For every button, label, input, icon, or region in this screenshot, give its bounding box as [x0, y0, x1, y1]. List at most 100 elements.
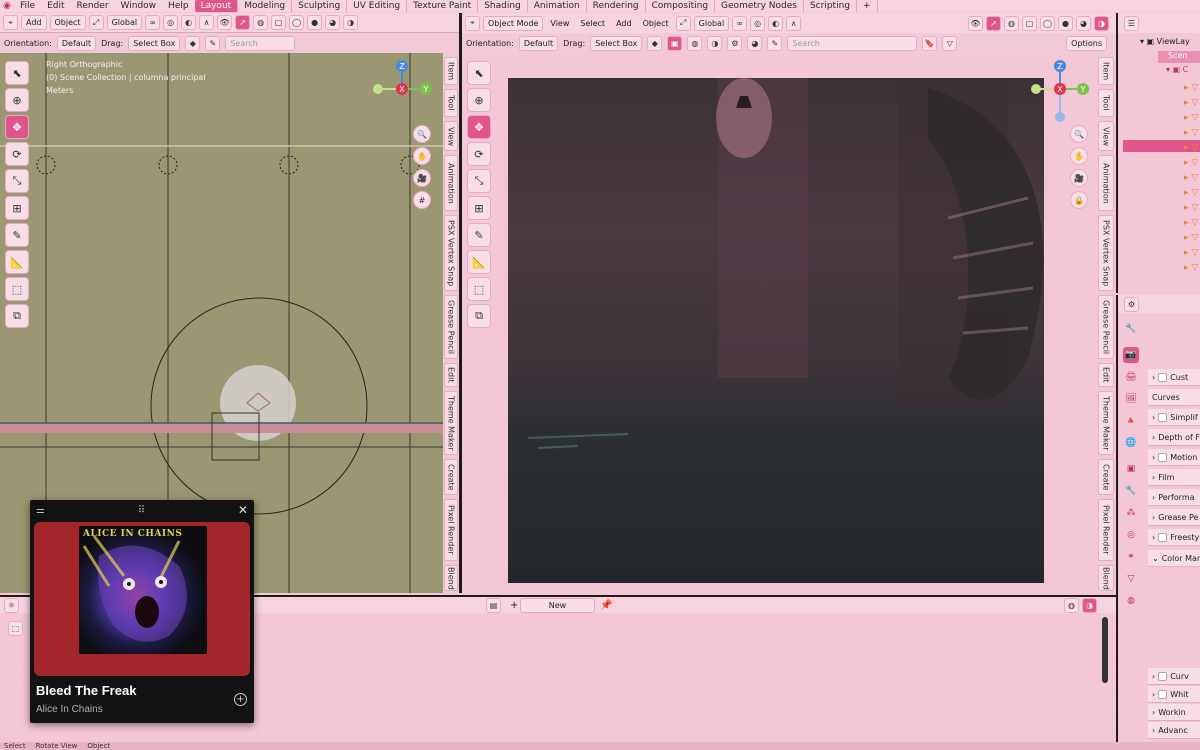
zoom-icon[interactable]: 🔍 [413, 125, 431, 143]
snap-icon[interactable]: ∞ [145, 15, 161, 30]
camera-view-icon[interactable]: 🎥 [413, 169, 431, 187]
collection-row[interactable]: ▾ ▣ C [1166, 65, 1188, 74]
prop-row-working-space[interactable]: › Workin [1148, 704, 1200, 721]
transform-space-dropdown[interactable]: Global [106, 15, 143, 30]
annotate-tool-icon[interactable]: ✎ [5, 223, 29, 247]
prop-row-simplify[interactable]: › Simplif [1148, 409, 1200, 426]
tab-modeling[interactable]: Modeling [238, 0, 293, 12]
prop-row-freestyle[interactable]: › Freesty [1148, 529, 1200, 546]
brush-icon[interactable]: ▣ [667, 35, 683, 51]
drag-handle-icon[interactable]: ⠿ [138, 505, 145, 516]
tab-rendering[interactable]: Rendering [587, 0, 646, 12]
tool-props-icon[interactable]: 🔧 [1123, 321, 1139, 337]
world-props-icon[interactable]: 🌐 [1123, 435, 1139, 451]
checkbox[interactable] [1158, 532, 1168, 542]
gear-icon[interactable]: ⚙ [727, 35, 743, 51]
particles-props-icon[interactable]: ⁂ [1123, 505, 1139, 521]
tab-blend[interactable]: Blend [444, 565, 458, 591]
proportional-edit-icon[interactable]: ◎ [163, 15, 179, 30]
new-plus-icon[interactable]: + [510, 600, 518, 611]
close-icon[interactable]: ✕ [238, 503, 248, 517]
object-menu-button[interactable]: Object [639, 16, 673, 31]
prop-row-depth-of-field[interactable]: › Depth of F [1148, 429, 1200, 446]
scale-tool-icon[interactable]: ⤡ [467, 169, 491, 193]
tab-scripting[interactable]: Scripting [804, 0, 857, 12]
tab-grease-pencil[interactable]: Grease Pencil [1098, 295, 1114, 359]
modifier-props-icon[interactable]: 🔧 [1123, 483, 1139, 499]
filter-icon[interactable]: ▽ [942, 35, 958, 51]
orientation-dropdown[interactable]: Default [56, 35, 97, 51]
transform-orientation-icon[interactable]: ⤢ [675, 15, 691, 31]
gizmo-neg-y-axis[interactable] [1031, 84, 1041, 94]
camera-view-icon[interactable]: 🎥 [1070, 169, 1088, 187]
add-cube-tool-icon[interactable]: ⬚ [467, 277, 491, 301]
xray-icon[interactable]: ▢ [271, 15, 287, 30]
lock-icon[interactable]: 🔒 [1070, 191, 1088, 209]
material-icon[interactable]: ◍ [687, 35, 703, 51]
physics-props-icon[interactable]: ◎ [1123, 527, 1139, 543]
color-swatch-icon[interactable]: ◆ [185, 35, 201, 51]
add-menu-button[interactable]: Add [21, 15, 47, 30]
checkbox[interactable] [1158, 372, 1168, 382]
measure-tool-icon[interactable]: 📐 [467, 250, 491, 274]
pen-icon[interactable]: ✎ [205, 35, 221, 51]
tab-view[interactable]: View [1098, 121, 1114, 151]
shading-icon[interactable]: ◑ [1082, 597, 1097, 613]
scene-props-icon[interactable]: 🔺 [1123, 413, 1139, 429]
checkbox[interactable] [1158, 412, 1168, 422]
transform-space-dropdown[interactable]: Global [693, 15, 730, 31]
move-tool-icon[interactable]: ✥ [467, 115, 491, 139]
tab-item[interactable]: Item [444, 57, 458, 85]
tab-pixel-render[interactable]: Pixel Render [1098, 499, 1114, 561]
snap-icon[interactable]: ∞ [732, 15, 748, 31]
prop-row-film[interactable]: › Film [1148, 469, 1200, 486]
tab-layout[interactable]: Layout [194, 0, 239, 12]
move-tool-icon[interactable]: ✥ [5, 115, 29, 139]
tab-texture-paint[interactable]: Texture Paint [407, 0, 479, 12]
visibility-icon[interactable]: 👁 [217, 15, 233, 30]
grid-toggle-icon[interactable]: # [413, 191, 431, 209]
rotate-tool-icon[interactable]: ⟳ [467, 142, 491, 166]
scene-collection-row[interactable]: Scen [1158, 51, 1200, 63]
add-object-tool-icon[interactable]: ⧉ [467, 304, 491, 328]
gizmo-toggle-icon[interactable]: ↗ [986, 15, 1001, 31]
select-menu-button[interactable]: Select [576, 16, 609, 31]
properties-editor-icon[interactable]: ⚙ [1124, 296, 1139, 312]
object-rows[interactable]: ▸ ▽ ▸ ▽ ▸ ▽ ▸ ▽ ▸ ▽ ▸ ▽ ▸ ▽ ▸ ▽ ▸ ▽ ▸ ▽ ▸ ▽ ▸ ▽ ▸ ▽ [1184, 81, 1198, 276]
tab-animation[interactable]: Animation [528, 0, 587, 12]
falloff-icon[interactable]: ∧ [786, 15, 802, 31]
tab-animation[interactable]: Animation [444, 155, 458, 211]
select-tool-icon[interactable]: ⬚ [8, 621, 23, 636]
tab-animation[interactable]: Animation [1098, 155, 1114, 211]
pivot-icon[interactable]: ◐ [181, 15, 197, 30]
prop-row-curves[interactable]: Curves [1148, 389, 1200, 406]
add-cube-tool-icon[interactable]: ⬚ [5, 277, 29, 301]
xray-icon[interactable]: ▢ [1022, 15, 1037, 31]
add-menu-button[interactable]: Add [612, 16, 636, 31]
tab-item[interactable]: Item [1098, 57, 1114, 85]
select-tool-icon[interactable]: ⬉ [467, 61, 491, 85]
menu-window[interactable]: Window [115, 0, 163, 12]
shading-material-icon[interactable]: ◕ [325, 15, 341, 30]
shading-wire-icon[interactable]: ◯ [289, 15, 305, 30]
overlay-icon[interactable]: ◍ [1064, 597, 1079, 613]
prop-row-performance[interactable]: › Performa [1148, 489, 1200, 506]
add-workspace-button[interactable]: + [857, 0, 878, 12]
prop-row-motion-blur[interactable]: › Motion [1148, 449, 1200, 466]
outliner-display-icon[interactable]: ☰ [1124, 15, 1139, 31]
options-dropdown[interactable]: Options [1066, 35, 1107, 51]
shading-render-icon[interactable]: ◑ [1094, 15, 1109, 31]
constraints-props-icon[interactable]: ⚭ [1123, 549, 1139, 565]
prop-row-curves-sub[interactable]: › Curv [1148, 668, 1200, 685]
shading-wire-icon[interactable]: ◯ [1040, 15, 1055, 31]
prop-row-custom[interactable]: › Cust [1148, 369, 1200, 386]
search-input[interactable]: Search [225, 35, 296, 51]
gizmo-neg-y-axis[interactable] [373, 84, 383, 94]
pivot-icon[interactable]: ◐ [768, 15, 784, 31]
cursor-tool-icon[interactable]: ⊕ [467, 88, 491, 112]
object-props-icon[interactable]: ▣ [1123, 461, 1139, 477]
tab-psx-vertex-snap[interactable]: PSX Vertex Snap [1098, 215, 1114, 291]
shading-solid-icon[interactable]: ● [1058, 15, 1073, 31]
checkbox[interactable] [1158, 452, 1168, 462]
tab-blend[interactable]: Blend [1098, 565, 1114, 591]
